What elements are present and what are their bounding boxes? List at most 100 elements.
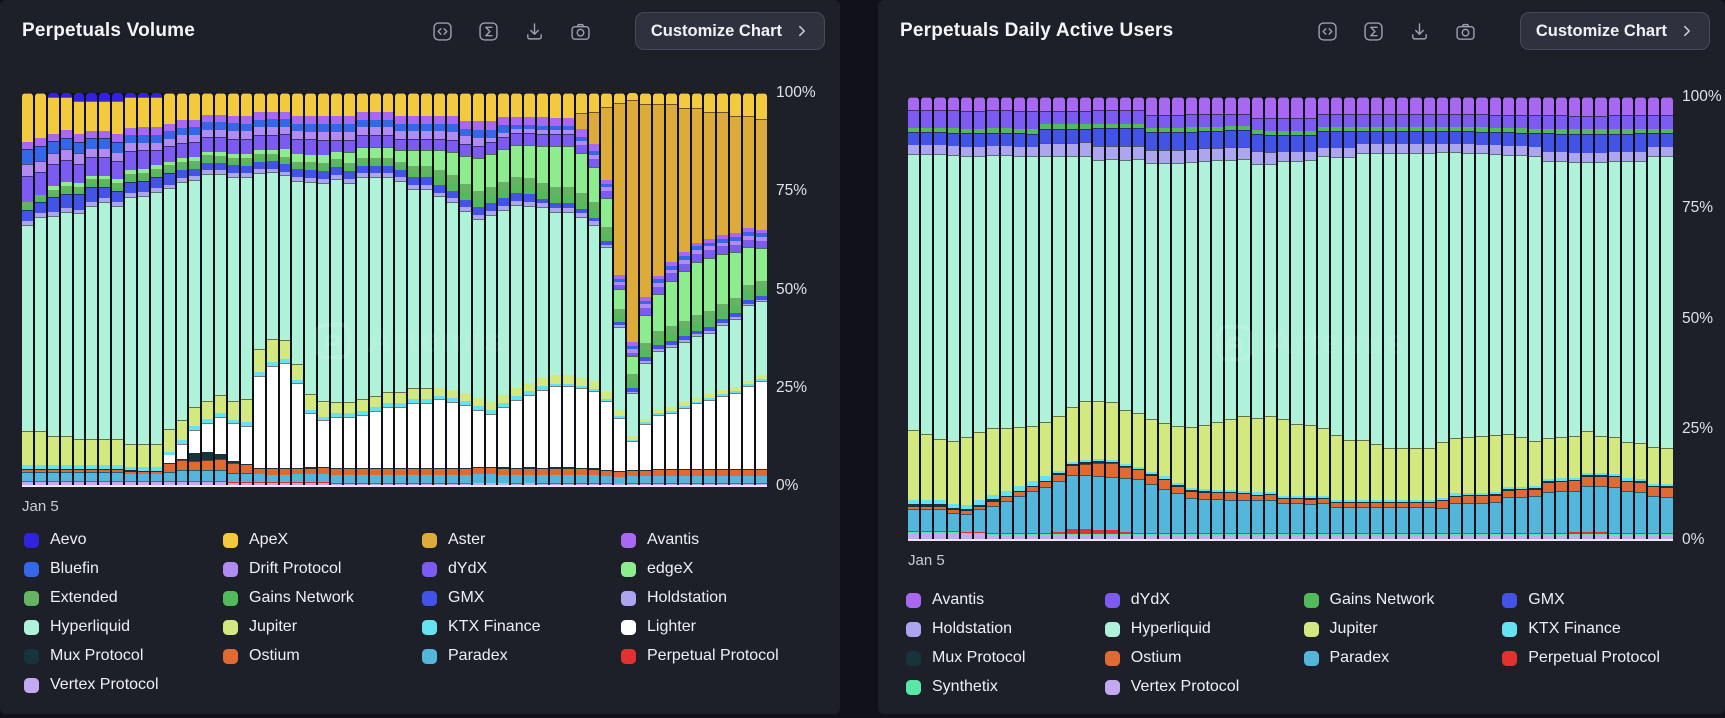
segment-dydx[interactable] bbox=[511, 132, 523, 145]
segment-gmx[interactable] bbox=[1066, 128, 1078, 143]
segment-bluefin[interactable] bbox=[434, 123, 445, 132]
segment-extended[interactable] bbox=[511, 176, 523, 185]
segment-bluefin[interactable] bbox=[137, 134, 149, 143]
segment-gains-network[interactable] bbox=[549, 195, 561, 204]
legend-item-perpetual-protocol[interactable]: Perpetual Protocol bbox=[1502, 649, 1701, 667]
segment-jupiter[interactable] bbox=[1079, 401, 1092, 461]
stacked-bar[interactable] bbox=[717, 93, 729, 486]
legend-item-dydx[interactable]: dYdX bbox=[422, 560, 621, 578]
segment-jupiter[interactable] bbox=[1145, 419, 1158, 472]
segment-dydx[interactable] bbox=[1516, 114, 1528, 129]
segment-avantis[interactable] bbox=[960, 97, 973, 111]
download-button[interactable] bbox=[523, 20, 546, 43]
segment-hyperliquid[interactable] bbox=[730, 318, 741, 388]
stacked-bar[interactable] bbox=[934, 97, 946, 540]
segment-hyperliquid[interactable] bbox=[189, 180, 201, 408]
segment-bluefin[interactable] bbox=[86, 138, 98, 150]
segment-hyperliquid[interactable] bbox=[1000, 155, 1012, 429]
segment-dydx[interactable] bbox=[343, 139, 355, 152]
segment-gmx[interactable] bbox=[1582, 134, 1594, 153]
segment-vertex-protocol[interactable] bbox=[1608, 535, 1620, 540]
segment-lighter[interactable] bbox=[575, 387, 587, 468]
stacked-bar[interactable] bbox=[331, 93, 342, 486]
segment-bluefin[interactable] bbox=[189, 127, 201, 135]
segment-vertex-protocol[interactable] bbox=[921, 533, 933, 540]
segment-vertex-protocol[interactable] bbox=[640, 484, 651, 486]
segment-paradex[interactable] bbox=[1185, 498, 1197, 533]
segment-vertex-protocol[interactable] bbox=[1344, 535, 1356, 540]
segment-gmx[interactable] bbox=[1410, 131, 1422, 145]
legend-item-gmx[interactable]: GMX bbox=[422, 589, 621, 607]
stacked-bar[interactable] bbox=[537, 93, 548, 486]
segment-ostium[interactable] bbox=[1106, 463, 1118, 477]
segment-avantis[interactable] bbox=[1423, 97, 1435, 115]
segment-hyperliquid[interactable] bbox=[1145, 163, 1158, 420]
segment-avantis[interactable] bbox=[1555, 97, 1567, 116]
segment-jupiter[interactable] bbox=[524, 382, 535, 391]
segment-paradex[interactable] bbox=[34, 472, 46, 482]
segment-vertex-protocol[interactable] bbox=[1000, 535, 1012, 540]
stacked-bar[interactable] bbox=[1225, 97, 1237, 540]
segment-paradex[interactable] bbox=[60, 472, 72, 482]
segment-jupiter[interactable] bbox=[1529, 440, 1541, 487]
segment-bluefin[interactable] bbox=[421, 123, 432, 132]
stacked-bar[interactable] bbox=[176, 93, 188, 486]
segment-vertex-protocol[interactable] bbox=[369, 483, 381, 486]
legend-item-synthetix[interactable]: Synthetix bbox=[906, 678, 1105, 696]
segment-avantis[interactable] bbox=[1291, 97, 1303, 119]
segment-apex[interactable] bbox=[562, 93, 574, 118]
legend-item-drift-protocol[interactable]: Drift Protocol bbox=[223, 560, 422, 578]
segment-vertex-protocol[interactable] bbox=[1053, 535, 1065, 540]
segment-gmx[interactable] bbox=[1106, 127, 1118, 146]
segment-apex[interactable] bbox=[215, 93, 226, 116]
legend-item-ostium[interactable]: Ostium bbox=[223, 647, 422, 665]
segment-avantis[interactable] bbox=[202, 114, 214, 123]
segment-apex[interactable] bbox=[511, 93, 523, 117]
segment-gmx[interactable] bbox=[1291, 135, 1303, 153]
segment-vertex-protocol[interactable] bbox=[524, 483, 535, 486]
segment-jupiter[interactable] bbox=[434, 387, 445, 396]
segment-avantis[interactable] bbox=[382, 112, 394, 120]
segment-dydx[interactable] bbox=[1264, 118, 1277, 131]
segment-vertex-protocol[interactable] bbox=[305, 482, 317, 486]
segment-apex[interactable] bbox=[112, 100, 123, 135]
segment-gmx[interactable] bbox=[369, 165, 381, 174]
segment-paradex[interactable] bbox=[266, 474, 278, 483]
segment-vertex-protocol[interactable] bbox=[150, 482, 162, 486]
segment-edgex[interactable] bbox=[446, 151, 458, 176]
segment-vertex-protocol[interactable] bbox=[755, 484, 767, 486]
segment-gmx[interactable] bbox=[331, 167, 342, 176]
stacked-bar[interactable] bbox=[1093, 97, 1105, 540]
segment-paradex[interactable] bbox=[1093, 476, 1105, 530]
segment-vertex-protocol[interactable] bbox=[498, 483, 510, 486]
segment-holdstation[interactable] bbox=[1383, 144, 1396, 153]
segment-paradex[interactable] bbox=[1344, 507, 1356, 534]
segment-hyperliquid[interactable] bbox=[1304, 159, 1316, 425]
stacked-bar[interactable] bbox=[908, 97, 920, 540]
segment-dydx[interactable] bbox=[1000, 110, 1012, 129]
segment-apex[interactable] bbox=[279, 93, 291, 112]
segment-lighter[interactable] bbox=[331, 417, 342, 469]
segment-apex[interactable] bbox=[189, 93, 201, 120]
segment-lighter[interactable] bbox=[755, 380, 767, 470]
segment-avantis[interactable] bbox=[1542, 97, 1554, 116]
segment-paradex[interactable] bbox=[498, 474, 510, 483]
segment-lighter[interactable] bbox=[408, 403, 420, 469]
segment-gmx[interactable] bbox=[459, 199, 471, 208]
segment-avantis[interactable] bbox=[1621, 97, 1634, 116]
segment-hyperliquid[interactable] bbox=[717, 324, 729, 391]
segment-lighter[interactable] bbox=[189, 430, 201, 453]
stacked-bar[interactable] bbox=[446, 93, 458, 486]
segment-paradex[interactable] bbox=[1212, 499, 1224, 534]
segment-holdstation[interactable] bbox=[1370, 144, 1382, 153]
segment-dydx[interactable] bbox=[305, 139, 317, 155]
segment-vertex-protocol[interactable] bbox=[908, 533, 920, 540]
segment-jupiter[interactable] bbox=[1172, 426, 1184, 484]
segment-dydx[interactable] bbox=[253, 135, 265, 151]
segment-edgex[interactable] bbox=[652, 293, 664, 331]
legend-item-perpetual-protocol[interactable]: Perpetual Protocol bbox=[621, 647, 820, 665]
segment-vertex-protocol[interactable] bbox=[1621, 535, 1634, 540]
segment-extended[interactable] bbox=[408, 165, 420, 174]
legend-item-ostium[interactable]: Ostium bbox=[1104, 649, 1304, 667]
legend-item-jupiter[interactable]: Jupiter bbox=[223, 618, 422, 636]
